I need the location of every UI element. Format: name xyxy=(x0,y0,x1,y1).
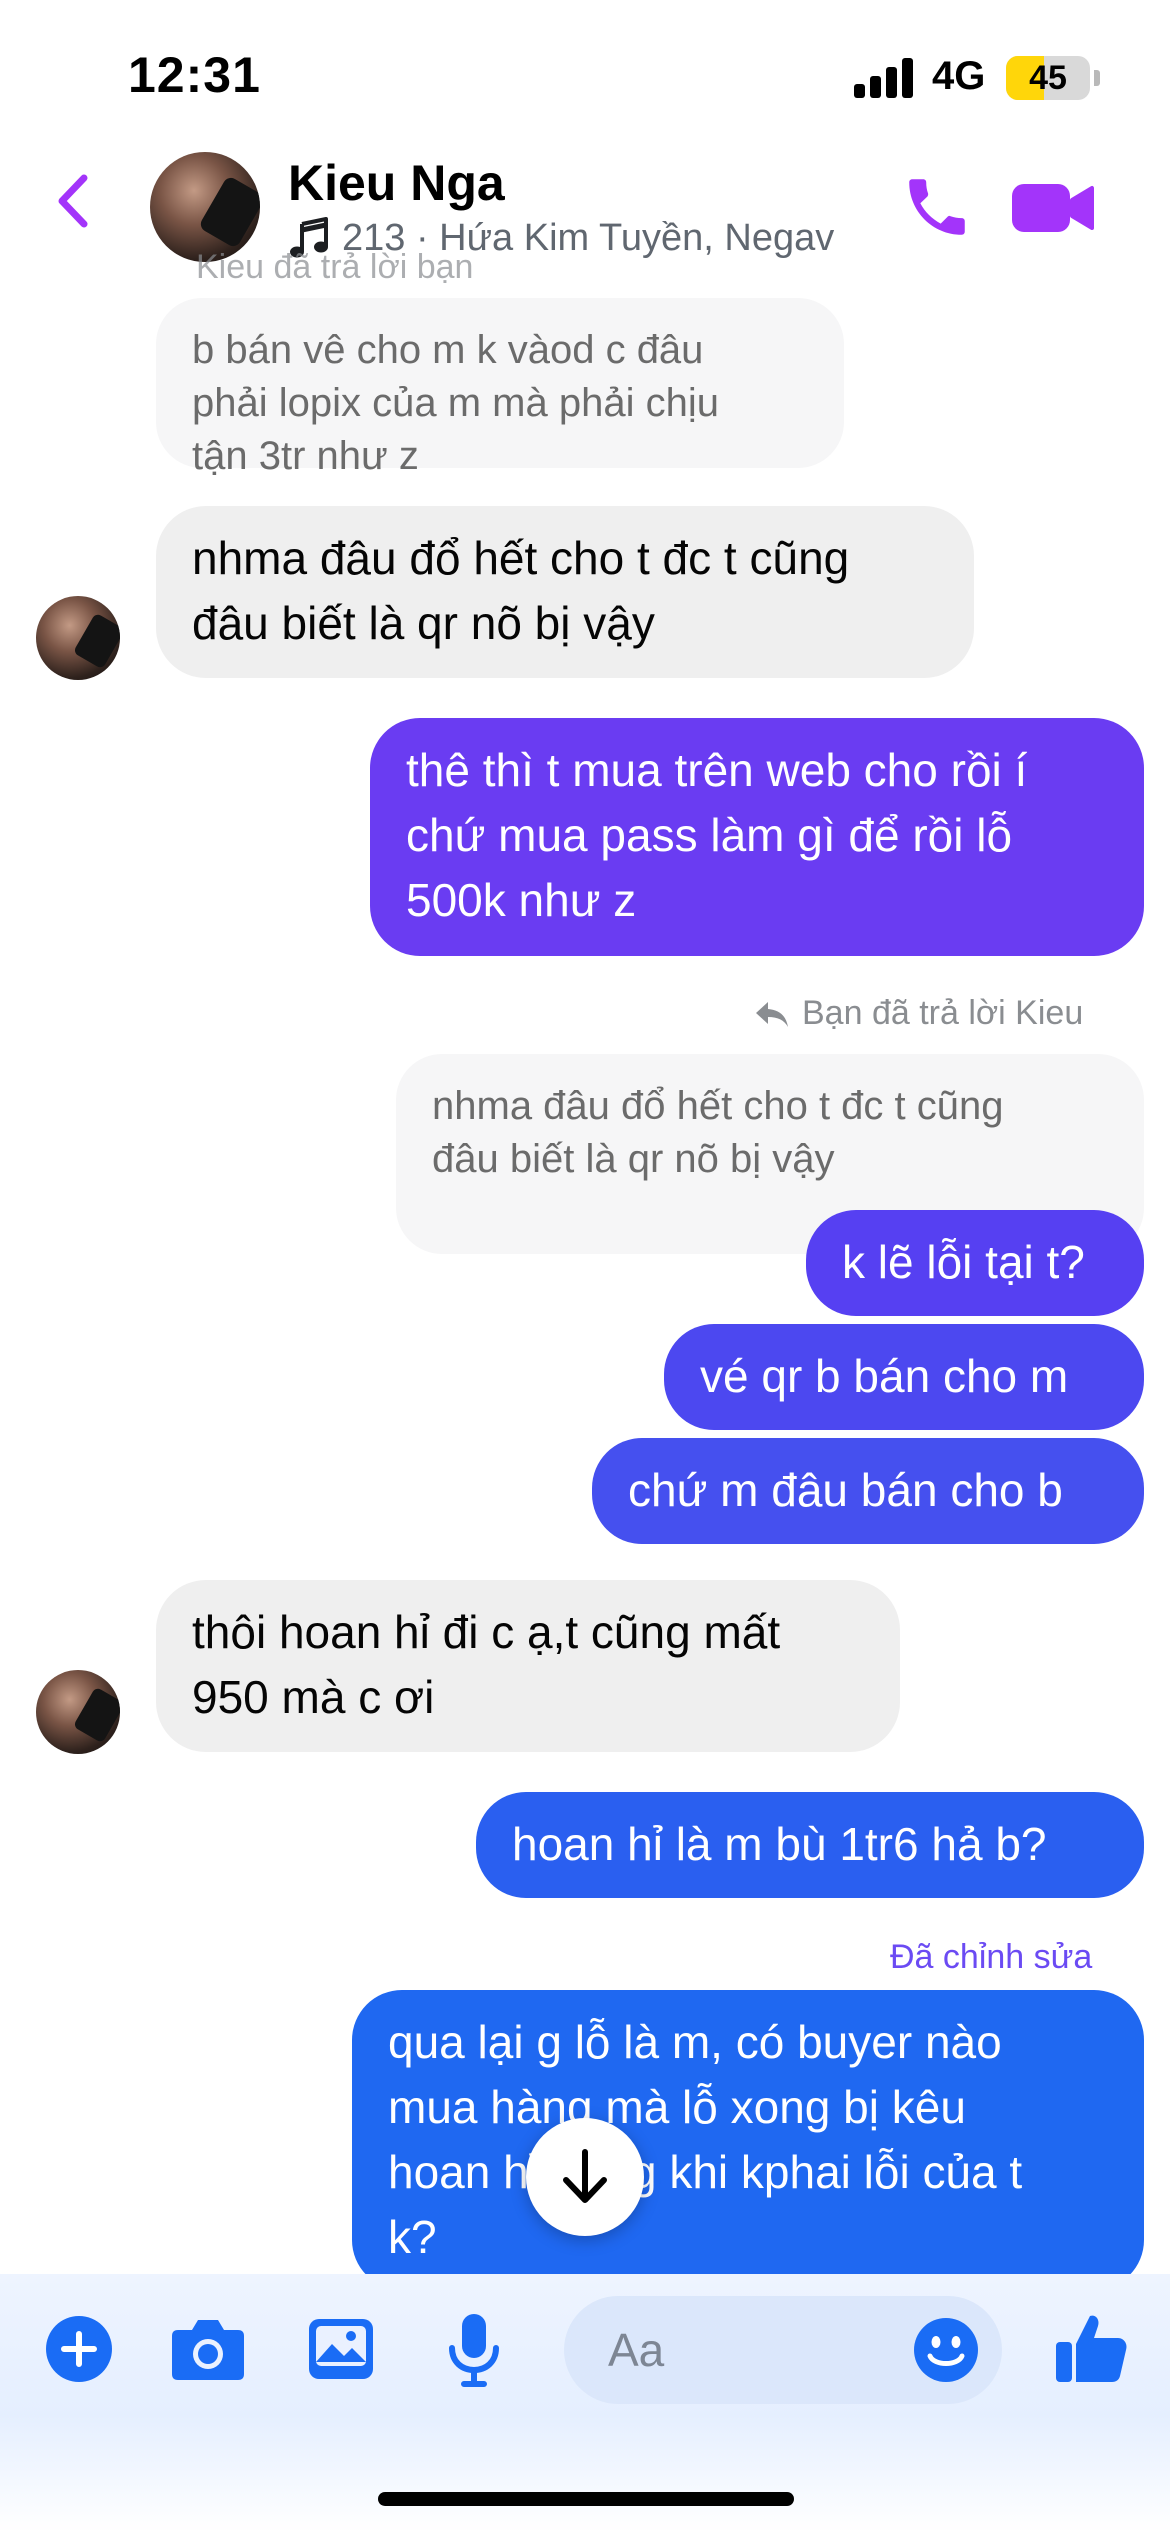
message-line: hoan hỉ trong khi kphai lỗi của t xyxy=(388,2146,1023,2198)
quoted-line: b bán vê cho m k vàod c đâu xyxy=(192,328,704,372)
reply-indicator-text: Bạn đã trả lời Kieu xyxy=(802,994,1084,1032)
message-line: hoan hỉ là m bù 1tr6 hả b? xyxy=(512,1818,1047,1870)
message-line: thôi hoan hỉ đi c ạ,t cũng mất xyxy=(192,1606,781,1658)
sender-avatar[interactable] xyxy=(36,1670,120,1754)
image-icon[interactable] xyxy=(306,2316,376,2382)
message-line: qua lại g lỗ là m, có buyer nào xyxy=(388,2016,1002,2068)
message-line: thê thì t mua trên web cho rồi í xyxy=(406,744,1028,796)
message-line: 500k như z xyxy=(406,874,637,926)
message-line: k lẽ lỗi tại t? xyxy=(842,1236,1085,1288)
message-line: k? xyxy=(388,2211,437,2263)
microphone-icon[interactable] xyxy=(446,2312,502,2388)
edited-label: Đã chỉnh sửa xyxy=(890,1938,1093,1976)
video-call-button[interactable] xyxy=(1010,176,1096,240)
message-line: nhma đâu đổ hết cho t đc t cũng xyxy=(192,532,850,584)
message-line: mua hàng mà lỗ xong bị kêu xyxy=(388,2081,966,2133)
message-input-placeholder: Aa xyxy=(608,2324,665,2376)
outgoing-message[interactable]: hoan hỉ là m bù 1tr6 hả b? xyxy=(476,1792,1144,1898)
home-indicator[interactable] xyxy=(378,2492,794,2506)
scroll-to-bottom-button[interactable] xyxy=(526,2118,644,2236)
message-line: vé qr b bán cho m xyxy=(700,1350,1069,1402)
contact-name[interactable]: Kieu Nga xyxy=(288,154,505,212)
video-camera-icon xyxy=(1012,184,1094,232)
quoted-line: phải lopix của m mà phải chịu xyxy=(192,381,719,425)
quoted-line: tận 3tr như z xyxy=(192,434,419,478)
outgoing-message[interactable]: k lẽ lỗi tại t? xyxy=(806,1210,1144,1316)
arrow-down-icon xyxy=(563,2149,607,2203)
plus-icon[interactable] xyxy=(44,2314,114,2384)
battery-icon: 45 xyxy=(1006,56,1090,100)
incoming-message[interactable]: nhma đâu đổ hết cho t đc t cũng đâu biết… xyxy=(156,506,974,678)
status-time: 12:31 xyxy=(128,47,261,103)
network-type: 4G xyxy=(932,54,986,98)
reply-indicator: Kieu đã trả lời bạn xyxy=(196,248,473,287)
outgoing-message[interactable]: qua lại g lỗ là m, có buyer nào mua hàng… xyxy=(352,1990,1144,2290)
message-input[interactable]: Aa xyxy=(564,2296,1002,2404)
back-chevron-icon xyxy=(58,174,88,228)
phone-icon xyxy=(909,179,965,235)
sender-avatar[interactable] xyxy=(36,596,120,680)
message-line: chứ m đâu bán cho b xyxy=(628,1464,1063,1516)
voice-call-button[interactable] xyxy=(900,170,974,244)
quoted-line: nhma đâu đổ hết cho t đc t cũng xyxy=(432,1084,1004,1128)
back-button[interactable] xyxy=(40,166,110,236)
camera-icon[interactable] xyxy=(170,2316,246,2382)
emoji-icon[interactable] xyxy=(912,2316,980,2384)
outgoing-message[interactable]: chứ m đâu bán cho b xyxy=(592,1438,1144,1544)
reply-arrow-icon xyxy=(756,1001,788,1027)
incoming-message[interactable]: thôi hoan hỉ đi c ạ,t cũng mất 950 mà c … xyxy=(156,1580,900,1752)
status-bar: 12:31 4G 45 xyxy=(0,0,1170,150)
chat-header: Kieu Nga 213 · Hứa Kim Tuyền, Negav xyxy=(0,140,1170,274)
thumbs-up-icon[interactable] xyxy=(1054,2310,1130,2386)
battery-cap xyxy=(1094,70,1100,86)
quoted-message[interactable]: b bán vê cho m k vàod c đâu phải lopix c… xyxy=(156,298,844,478)
reply-indicator-text: Kieu đã trả lời bạn xyxy=(196,248,474,286)
messenger-chat-screen: 12:31 4G 45 Kieu Nga 213 · Hứa Kim Tuyền… xyxy=(0,0,1170,2532)
message-line: chứ mua pass làm gì để rồi lỗ xyxy=(406,809,1013,861)
quoted-line: đâu biết là qr nõ bị vậy xyxy=(432,1137,835,1181)
message-line: 950 mà c ơi xyxy=(192,1671,435,1723)
message-list[interactable]: Kieu đã trả lời bạn b bán vê cho m k vào… xyxy=(0,248,1170,2290)
outgoing-message[interactable]: thê thì t mua trên web cho rồi í chứ mua… xyxy=(370,718,1144,956)
battery-percent: 45 xyxy=(1029,59,1067,97)
cellular-signal-icon xyxy=(854,58,916,98)
reply-indicator: Bạn đã trả lời Kieu xyxy=(752,994,1083,1033)
message-line: đâu biết là qr nõ bị vậy xyxy=(192,597,655,649)
contact-avatar[interactable] xyxy=(150,152,260,262)
outgoing-message[interactable]: vé qr b bán cho m xyxy=(664,1324,1144,1430)
